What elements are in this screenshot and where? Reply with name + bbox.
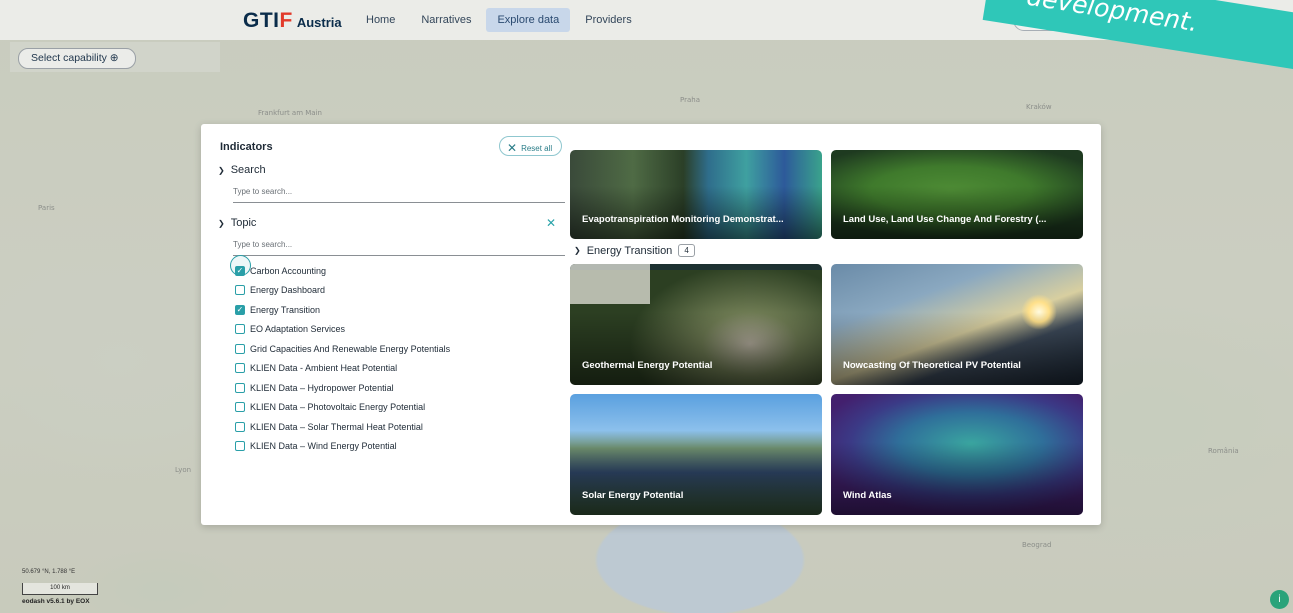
- topic-item-eo-adaptation[interactable]: EO Adaptation Services: [235, 320, 565, 340]
- topic-label: KLIEN Data – Photovoltaic Energy Potenti…: [250, 402, 426, 413]
- chevron-down-icon: ❯: [574, 246, 581, 255]
- version-label[interactable]: eodash v5.6.1 by EOX: [22, 598, 90, 605]
- clear-topic-icon[interactable]: ✕: [546, 216, 556, 230]
- checkbox-icon[interactable]: [235, 441, 245, 452]
- card-nowcasting-pv[interactable]: Nowcasting Of Theoretical PV Potential: [831, 264, 1083, 385]
- card-image-panel: [570, 264, 650, 304]
- checkbox-icon[interactable]: [235, 402, 245, 413]
- topic-label: KLIEN Data - Ambient Heat Potential: [250, 363, 398, 374]
- checkbox-icon[interactable]: [235, 343, 245, 354]
- topic-label: KLIEN Data – Wind Energy Potential: [250, 441, 397, 452]
- nav-providers[interactable]: Providers: [574, 8, 642, 32]
- topic-item-klien-ambient-heat[interactable]: KLIEN Data - Ambient Heat Potential: [235, 359, 565, 379]
- indicators-dialog: Indicators ✕ Reset all ❯ Search Type to s…: [201, 124, 1101, 525]
- chevron-down-icon: ❯: [218, 165, 225, 175]
- checkbox-icon[interactable]: [235, 285, 245, 296]
- card-label: Evapotranspiration Monitoring Demonstrat…: [582, 214, 784, 225]
- card-geothermal[interactable]: Geothermal Energy Potential: [570, 264, 822, 385]
- nav-home[interactable]: Home: [355, 8, 406, 32]
- topic-label: Grid Capacities And Renewable Energy Pot…: [250, 343, 451, 354]
- topic-item-klien-solar-thermal[interactable]: KLIEN Data – Solar Thermal Heat Potentia…: [235, 417, 565, 437]
- topic-search-input[interactable]: Type to search...: [233, 233, 565, 256]
- checkbox-icon[interactable]: [235, 382, 245, 393]
- logo-subtitle: Austria: [296, 15, 342, 30]
- topic-item-klien-hydropower[interactable]: KLIEN Data – Hydropower Potential: [235, 378, 565, 398]
- card-solar-energy[interactable]: Solar Energy Potential: [570, 394, 822, 515]
- reset-all-label: Reset all: [521, 144, 553, 153]
- indicators-title: Indicators: [220, 141, 273, 153]
- card-label: Solar Energy Potential: [582, 490, 684, 501]
- topic-heading: Topic: [230, 217, 257, 229]
- indicator-cards: Evapotranspiration Monitoring Demonstrat…: [570, 150, 1084, 525]
- topic-label: KLIEN Data – Hydropower Potential: [250, 382, 394, 393]
- card-shade: [831, 442, 1083, 515]
- topic-label: Energy Dashboard: [250, 285, 326, 296]
- nav-explore-data[interactable]: Explore data: [486, 8, 571, 32]
- topic-label: Carbon Accounting: [250, 265, 327, 276]
- topic-label: Energy Transition: [250, 304, 321, 315]
- topic-item-klien-photovoltaic[interactable]: KLIEN Data – Photovoltaic Energy Potenti…: [235, 398, 565, 418]
- card-label: Geothermal Energy Potential: [582, 360, 713, 371]
- checkbox-icon[interactable]: [235, 363, 245, 374]
- topic-list: Carbon Accounting Energy Dashboard Energ…: [235, 261, 565, 456]
- card-wind-atlas[interactable]: Wind Atlas: [831, 394, 1083, 515]
- search-input[interactable]: Type to search...: [233, 180, 565, 203]
- topic-section-toggle[interactable]: ❯ Topic: [218, 217, 256, 229]
- reset-all-button[interactable]: ✕ Reset all: [499, 136, 562, 156]
- checkbox-checked-icon[interactable]: [235, 304, 245, 315]
- card-shade: [570, 312, 822, 385]
- topic-label: KLIEN Data – Solar Thermal Heat Potentia…: [250, 421, 423, 432]
- card-evapotranspiration[interactable]: Evapotranspiration Monitoring Demonstrat…: [570, 150, 822, 239]
- topic-item-carbon-accounting[interactable]: Carbon Accounting: [235, 261, 565, 281]
- card-shade: [831, 312, 1083, 385]
- card-shade: [570, 185, 822, 239]
- chevron-down-icon: ❯: [218, 218, 225, 228]
- group-name: Energy Transition: [586, 244, 673, 257]
- search-section-toggle[interactable]: ❯ Search: [218, 164, 266, 176]
- card-shade: [570, 442, 822, 515]
- card-shade: [831, 185, 1083, 239]
- scale-bar: 100 km: [22, 583, 98, 595]
- nav-narratives[interactable]: Narratives: [410, 8, 482, 32]
- info-icon[interactable]: i: [1270, 590, 1289, 609]
- group-energy-transition-toggle[interactable]: ❯ Energy Transition 4: [574, 244, 695, 257]
- card-label: Wind Atlas: [843, 490, 892, 501]
- logo-text: GTIF: [243, 9, 293, 32]
- group-count-badge: 4: [678, 244, 695, 257]
- select-capability-button[interactable]: Select capability ⊕: [18, 48, 136, 69]
- topic-item-grid-capacities[interactable]: Grid Capacities And Renewable Energy Pot…: [235, 339, 565, 359]
- topic-item-klien-wind[interactable]: KLIEN Data – Wind Energy Potential: [235, 437, 565, 457]
- checkbox-icon[interactable]: [235, 324, 245, 335]
- gtif-logo[interactable]: GTIF Austria: [243, 9, 342, 33]
- card-label: Land Use, Land Use Change And Forestry (…: [843, 214, 1047, 225]
- card-label: Nowcasting Of Theoretical PV Potential: [843, 360, 1021, 371]
- topic-item-energy-dashboard[interactable]: Energy Dashboard: [235, 281, 565, 301]
- close-icon: ✕: [507, 141, 518, 155]
- search-heading: Search: [230, 164, 266, 176]
- mouse-coordinates: 50.679 °N, 1.788 °E: [22, 569, 76, 575]
- topic-item-energy-transition[interactable]: Energy Transition: [235, 300, 565, 320]
- card-land-use[interactable]: Land Use, Land Use Change And Forestry (…: [831, 150, 1083, 239]
- checkbox-icon[interactable]: [235, 421, 245, 432]
- topic-label: EO Adaptation Services: [250, 324, 346, 335]
- main-nav: Home Narratives Explore data Providers: [355, 8, 643, 32]
- checkbox-checked-icon[interactable]: [235, 265, 245, 276]
